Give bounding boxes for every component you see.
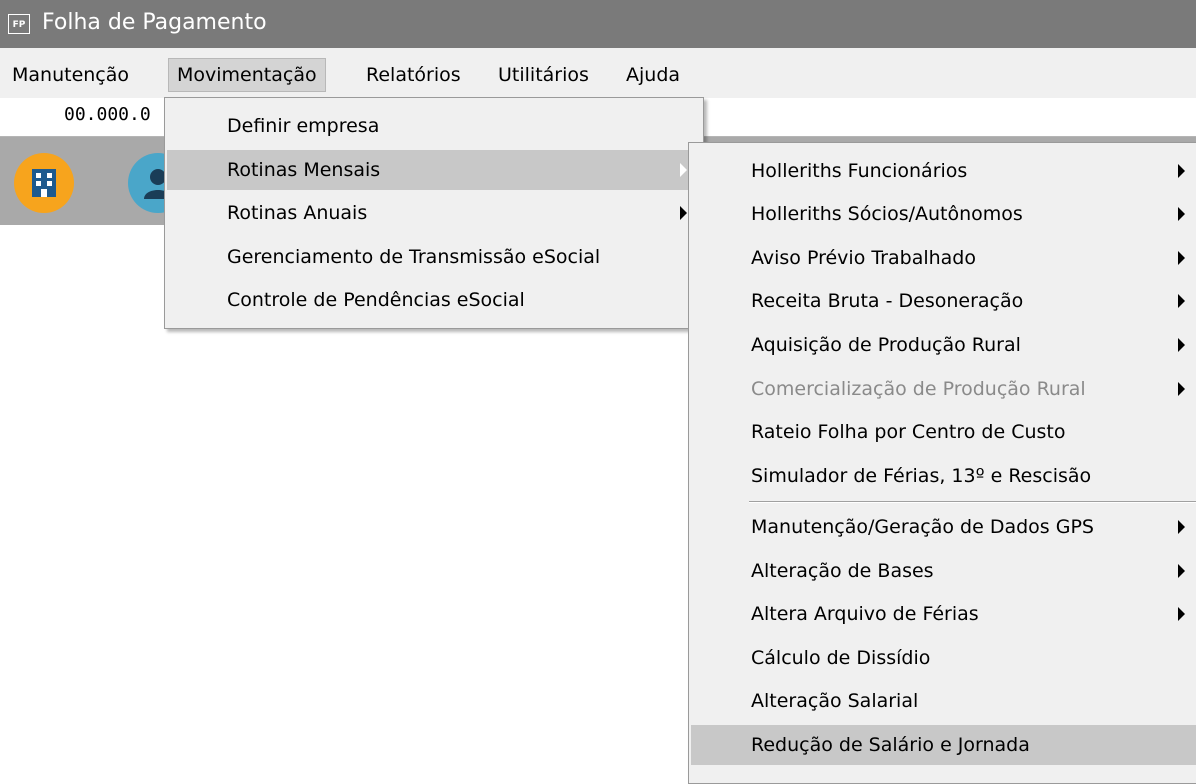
submenu-item-holleriths-socios[interactable]: Holleriths Sócios/Autônomos: [691, 194, 1196, 234]
submenu-item-alteracao-bases[interactable]: Alteração de Bases: [691, 551, 1196, 591]
menu-item-label: Gerenciamento de Transmissão eSocial: [227, 246, 601, 268]
submenu-item-calculo-dissidio[interactable]: Cálculo de Dissídio: [691, 638, 1196, 678]
menu-item-label: Aquisição de Produção Rural: [751, 334, 1021, 356]
submenu-item-altera-arquivo-ferias[interactable]: Altera Arquivo de Férias: [691, 594, 1196, 634]
chevron-right-icon: [1178, 338, 1185, 352]
menu-item-label: Alteração Salarial: [751, 690, 919, 712]
title-bar: FP Folha de Pagamento: [0, 0, 1196, 48]
chevron-right-icon: [1178, 382, 1185, 396]
chevron-right-icon: [1178, 294, 1185, 308]
menu-item-label: Holleriths Sócios/Autônomos: [751, 203, 1023, 225]
rotinas-mensais-submenu: Holleriths Funcionários Holleriths Sócio…: [688, 142, 1196, 784]
app-icon: FP: [8, 14, 30, 34]
chevron-right-icon: [1178, 520, 1185, 534]
menu-item-rotinas-mensais[interactable]: Rotinas Mensais: [167, 150, 701, 190]
menu-item-label: Definir empresa: [227, 115, 380, 137]
menu-movimentacao[interactable]: Movimentação: [168, 58, 326, 92]
menu-item-label: Controle de Pendências eSocial: [227, 289, 525, 311]
submenu-item-gps[interactable]: Manutenção/Geração de Dados GPS: [691, 507, 1196, 547]
menu-item-controle-pendencias[interactable]: Controle de Pendências eSocial: [167, 280, 701, 320]
chevron-right-icon: [1178, 607, 1185, 621]
chevron-right-icon: [680, 163, 687, 177]
chevron-right-icon: [1178, 207, 1185, 221]
submenu-item-alteracao-salarial[interactable]: Alteração Salarial: [691, 681, 1196, 721]
chevron-right-icon: [680, 206, 687, 220]
menu-separator: [749, 501, 1196, 503]
menu-item-label: Rotinas Anuais: [227, 202, 368, 224]
window-title: Folha de Pagamento: [42, 10, 267, 35]
menu-item-label: Rotinas Mensais: [227, 159, 381, 181]
submenu-item-aquisicao-producao-rural[interactable]: Aquisição de Produção Rural: [691, 325, 1196, 365]
chevron-right-icon: [1178, 564, 1185, 578]
submenu-item-aviso-previo[interactable]: Aviso Prévio Trabalhado: [691, 238, 1196, 278]
menu-manutencao[interactable]: Manutenção: [4, 59, 137, 91]
chevron-right-icon: [1178, 164, 1185, 178]
menu-bar: Manutenção Movimentação Relatórios Utili…: [0, 48, 1196, 98]
submenu-item-reducao-salario[interactable]: Redução de Salário e Jornada: [691, 725, 1196, 765]
menu-item-label: Altera Arquivo de Férias: [751, 603, 979, 625]
company-icon[interactable]: [14, 153, 74, 213]
menu-item-label: Aviso Prévio Trabalhado: [751, 247, 976, 269]
submenu-item-receita-bruta[interactable]: Receita Bruta - Desoneração: [691, 281, 1196, 321]
menu-item-definir-empresa[interactable]: Definir empresa: [167, 106, 701, 146]
chevron-right-icon: [1178, 251, 1185, 265]
menu-utilitarios[interactable]: Utilitários: [490, 59, 597, 91]
submenu-item-holleriths-funcionarios[interactable]: Holleriths Funcionários: [691, 151, 1196, 191]
submenu-item-simulador-ferias[interactable]: Simulador de Férias, 13º e Rescisão: [691, 456, 1196, 496]
menu-relatorios[interactable]: Relatórios: [358, 59, 469, 91]
menu-item-label: Manutenção/Geração de Dados GPS: [751, 516, 1094, 538]
menu-item-label: Simulador de Férias, 13º e Rescisão: [751, 465, 1092, 487]
menu-item-label: Rateio Folha por Centro de Custo: [751, 421, 1066, 443]
menu-ajuda[interactable]: Ajuda: [618, 59, 688, 91]
menu-item-rotinas-anuais[interactable]: Rotinas Anuais: [167, 193, 701, 233]
menu-item-label: Holleriths Funcionários: [751, 160, 968, 182]
menu-item-label: Cálculo de Dissídio: [751, 647, 931, 669]
menu-item-label: Receita Bruta - Desoneração: [751, 290, 1024, 312]
menu-item-gerenciamento-esocial[interactable]: Gerenciamento de Transmissão eSocial: [167, 237, 701, 277]
submenu-item-comercializacao-producao-rural: Comercialização de Produção Rural: [691, 369, 1196, 409]
menu-item-label: Redução de Salário e Jornada: [751, 734, 1030, 756]
menu-item-label: Comercialização de Produção Rural: [751, 378, 1086, 400]
submenu-item-rateio-folha[interactable]: Rateio Folha por Centro de Custo: [691, 412, 1196, 452]
movimentacao-dropdown: Definir empresa Rotinas Mensais Rotinas …: [164, 97, 704, 329]
company-code: 00.000.0: [64, 104, 151, 125]
menu-item-label: Alteração de Bases: [751, 560, 934, 582]
